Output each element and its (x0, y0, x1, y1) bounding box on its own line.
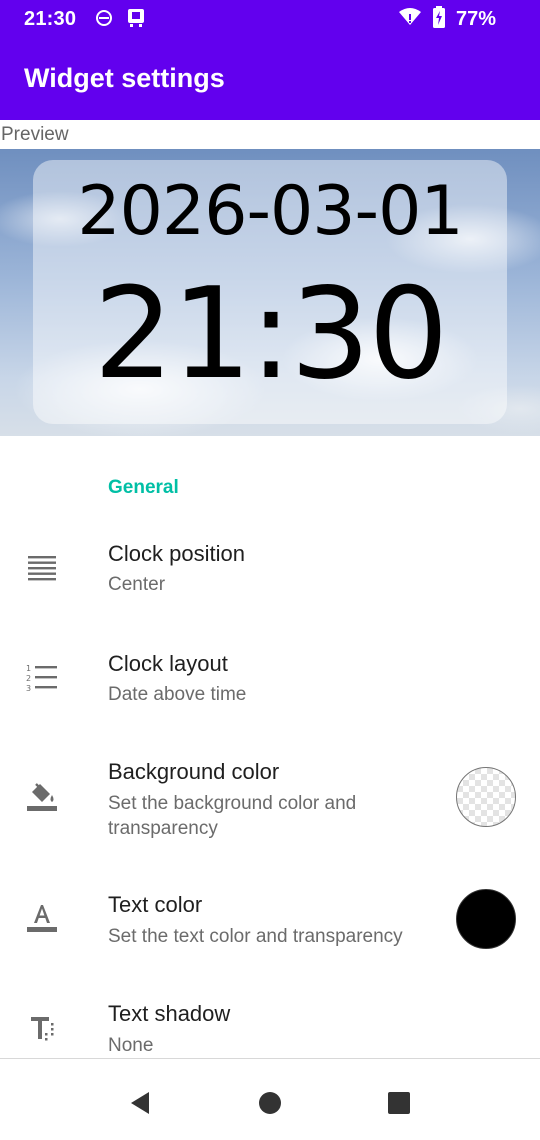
wifi-icon (398, 7, 422, 32)
setting-summary: None (108, 1035, 154, 1056)
setting-title: Clock layout (108, 651, 228, 676)
notification-a-icon (94, 8, 114, 28)
system-nav-bar (0, 1059, 540, 1140)
numbered-list-icon: 1 2 3 (24, 659, 60, 695)
status-indicators: 77% (398, 5, 496, 33)
back-icon[interactable] (124, 1087, 156, 1119)
svg-text:1: 1 (26, 664, 31, 673)
setting-title: Text shadow (108, 1001, 231, 1026)
setting-title: Background color (108, 759, 280, 784)
status-time: 21:30 (24, 8, 77, 30)
text-shadow-icon (24, 1010, 60, 1046)
clock-date: 2026-03-01 (77, 172, 463, 251)
text-color-swatch (456, 889, 516, 949)
clock-time: 21:30 (93, 260, 448, 407)
align-lines-icon (24, 550, 60, 586)
background-color-swatch (456, 767, 516, 827)
battery-percent: 77% (455, 7, 496, 30)
clock-widget: 2026-03-01 21:30 (33, 160, 507, 424)
app-bar: Widget settings (0, 38, 540, 120)
setting-summary: Center (108, 574, 166, 595)
setting-clock-position[interactable]: Clock position Center (0, 530, 540, 620)
battery-charging-icon (432, 5, 446, 33)
recents-icon[interactable] (383, 1087, 415, 1119)
paint-bucket-icon (24, 779, 60, 815)
notification-b-icon (126, 8, 146, 28)
status-bar: 21:30 77% (0, 0, 540, 38)
setting-summary: Date above time (108, 684, 247, 705)
widget-preview: 2026-03-01 21:30 (0, 149, 540, 436)
setting-text-shadow[interactable]: Text shadow None (0, 990, 540, 1058)
setting-clock-layout[interactable]: 1 2 3 Clock layout Date above time (0, 640, 540, 730)
section-header-general: General (108, 477, 179, 498)
home-icon[interactable] (254, 1087, 286, 1119)
svg-text:2: 2 (26, 674, 31, 683)
page-title: Widget settings (24, 63, 225, 93)
svg-text:3: 3 (26, 684, 31, 692)
text-color-icon (24, 900, 60, 936)
preview-label: Preview (1, 124, 69, 145)
setting-text-color[interactable]: Text color Set the text color and transp… (0, 880, 540, 970)
setting-title: Clock position (108, 541, 245, 566)
setting-summary: Set the background color and transparenc… (108, 793, 357, 839)
setting-title: Text color (108, 892, 203, 917)
setting-background-color[interactable]: Background color Set the background colo… (0, 750, 540, 860)
